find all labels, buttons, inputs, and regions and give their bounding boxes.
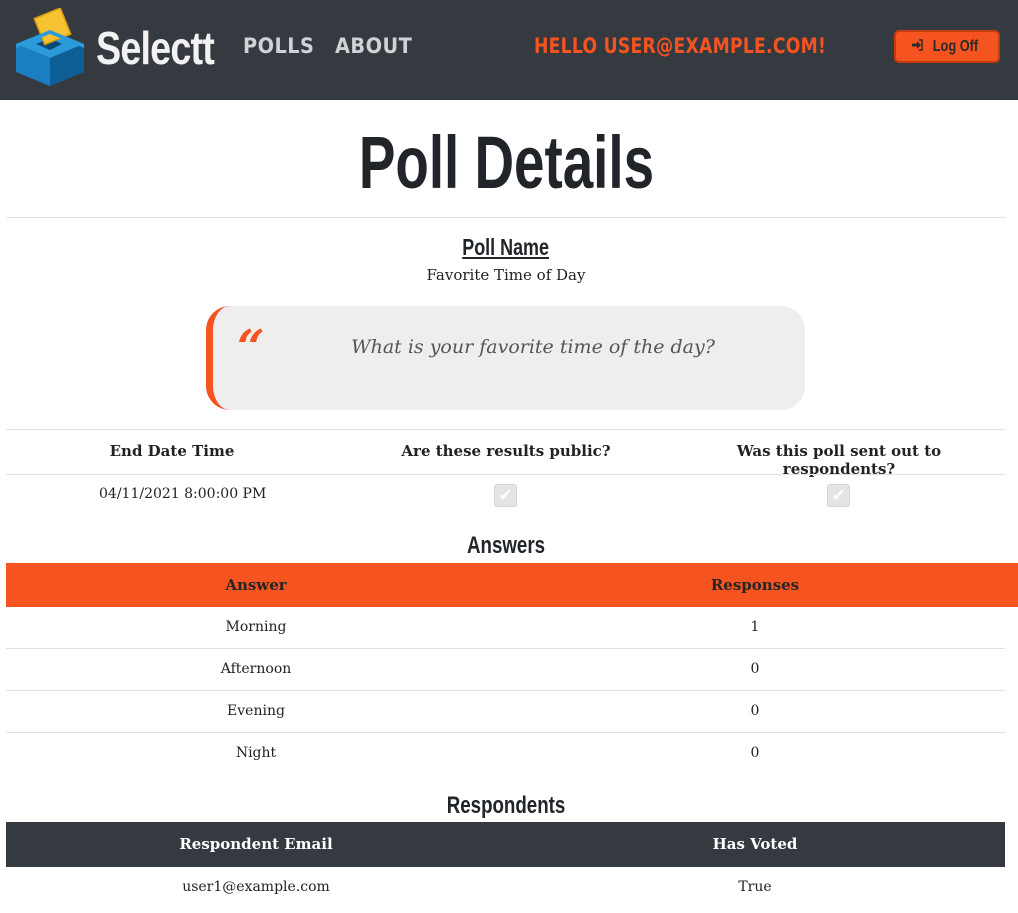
divider [6,429,1005,430]
navbar: Selectt POLLS ABOUT HELLO USER@EXAMPLE.C… [0,0,1018,100]
answer-cell: Night [235,745,277,761]
table-row: Evening 0 [6,691,1005,733]
header-results-public: Are these results public? [401,442,611,460]
respondent-email-cell: user1@example.com [182,879,330,895]
sign-in-icon [911,39,923,54]
respondents-header-email: Respondent Email [179,835,333,853]
responses-cell: 0 [750,703,760,719]
answers-table-header: Answer Responses [6,563,1018,607]
header-end-date-time: End Date Time [109,442,235,460]
log-off-button[interactable]: Log Off [894,30,1000,63]
poll-question-text: What is your favorite time of the day? [351,336,715,358]
page-title: Poll Details [358,121,654,204]
table-row: user1@example.com True [6,867,1005,909]
respondents-table-header: Respondent Email Has Voted [6,822,1005,867]
poll-question-quote: “ What is your favorite time of the day? [206,306,805,410]
nav-link-polls[interactable]: POLLS [243,34,314,58]
respondents-title: Respondents [446,792,566,819]
divider [6,217,1005,218]
divider [6,474,1005,475]
table-row: Night 0 [6,733,1005,775]
table-row: Afternoon 0 [6,649,1005,691]
header-sent-to-respondents: Was this poll sent out to respondents? [736,442,942,478]
responses-cell: 0 [750,745,760,761]
answers-header-responses: Responses [710,576,800,594]
nav-link-about[interactable]: ABOUT [335,34,412,58]
answers-header-answer: Answer [225,576,287,594]
has-voted-cell: True [738,879,772,895]
answer-cell: Evening [227,703,285,719]
table-row: Morning 1 [6,607,1005,649]
brand-name[interactable]: Selectt [96,18,215,78]
responses-cell: 0 [750,661,760,677]
poll-name-value: Favorite Time of Day [426,266,586,284]
sent-to-respondents-checkbox: ✔ [827,484,850,507]
end-date-time-value: 04/11/2021 8:00:00 PM [99,486,267,502]
answers-title: Answers [466,532,546,559]
respondents-header-has-voted: Has Voted [712,835,798,853]
responses-cell: 1 [750,619,760,635]
log-off-label: Log Off [932,37,978,55]
user-greeting: HELLO USER@EXAMPLE.COM! [534,34,827,58]
results-public-checkbox: ✔ [494,484,517,507]
answer-cell: Morning [225,619,287,635]
ballot-box-logo-icon[interactable] [10,8,94,88]
answer-cell: Afternoon [220,661,292,677]
poll-name-label: Poll Name [462,234,550,260]
